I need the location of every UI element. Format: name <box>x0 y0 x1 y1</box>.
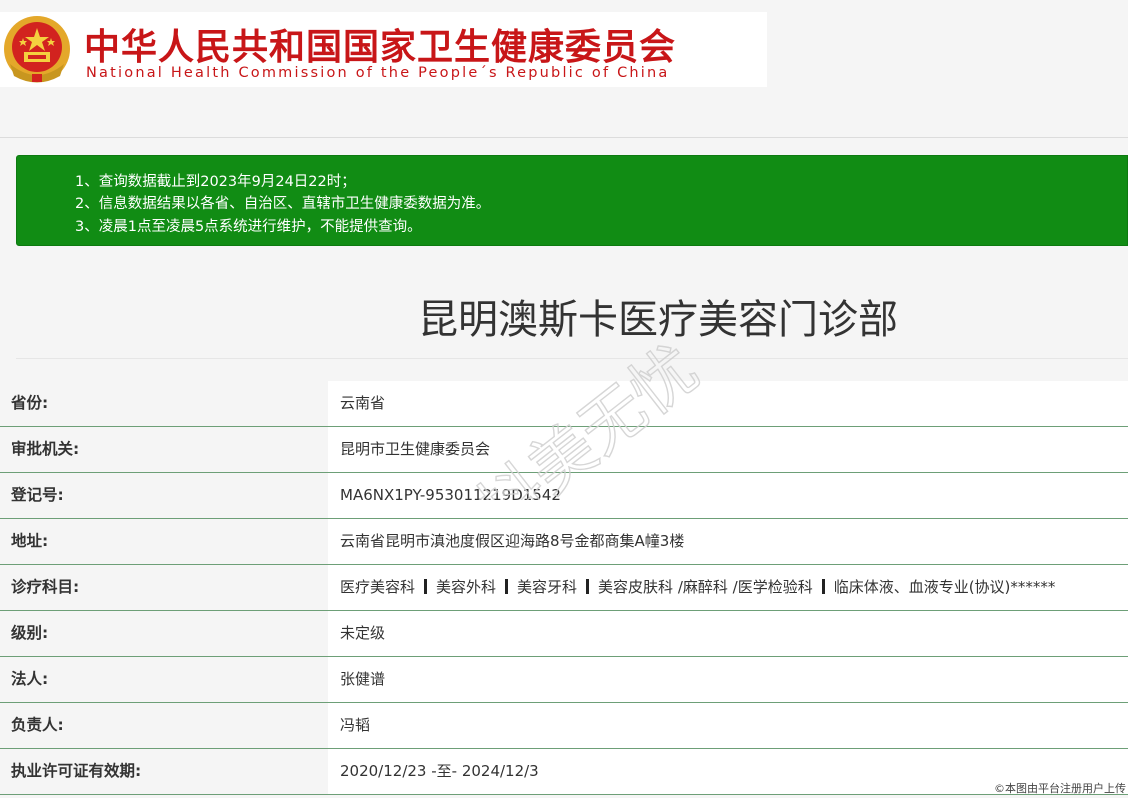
national-emblem-icon <box>4 16 70 83</box>
table-row-person-in-charge: 负责人: 冯韬 <box>0 703 1128 749</box>
row-value: 云南省昆明市滇池度假区迎海路8号金都商集A幢3楼 <box>328 519 1128 564</box>
table-row-province: 省份: 云南省 <box>0 381 1128 427</box>
subject-item: 美容牙科 <box>517 578 578 596</box>
site-title-en: National Health Commission of the People… <box>86 65 670 81</box>
row-label: 地址: <box>0 519 328 564</box>
site-header: 中华人民共和国国家卫生健康委员会 National Health Commiss… <box>0 0 1128 138</box>
table-row-license-validity: 执业许可证有效期: 2020/12/23 -至- 2024/12/3 <box>0 749 1128 795</box>
table-row-approval-authority: 审批机关: 昆明市卫生健康委员会 <box>0 427 1128 473</box>
institution-name: 昆明澳斯卡医疗美容门诊部 <box>418 297 898 343</box>
table-row-level: 级别: 未定级 <box>0 611 1128 657</box>
row-label: 省份: <box>0 381 328 426</box>
separator <box>424 579 428 594</box>
row-value: 云南省 <box>328 381 1128 426</box>
row-value: 未定级 <box>328 611 1128 656</box>
separator <box>505 579 509 594</box>
notice-line: 2、信息数据结果以各省、自治区、直辖市卫生健康委数据为准。 <box>75 196 491 212</box>
row-label: 审批机关: <box>0 427 328 472</box>
header-banner: 中华人民共和国国家卫生健康委员会 National Health Commiss… <box>0 12 767 87</box>
notice-box: 1、查询数据截止到2023年9月24日22时； 2、信息数据结果以各省、自治区、… <box>16 155 1128 246</box>
row-label: 负责人: <box>0 703 328 748</box>
row-label: 诊疗科目: <box>0 565 328 610</box>
notice-line: 3、凌晨1点至凌晨5点系统进行维护，不能提供查询。 <box>75 219 422 235</box>
divider <box>16 358 1128 359</box>
row-value: 昆明市卫生健康委员会 <box>328 427 1128 472</box>
row-label: 登记号: <box>0 473 328 518</box>
row-value: MA6NX1PY-953011219D1542 <box>328 473 1128 518</box>
row-label: 法人: <box>0 657 328 702</box>
notice-line: 1、查询数据截止到2023年9月24日22时； <box>75 174 356 190</box>
subject-item: 美容外科 <box>436 578 497 596</box>
row-label: 级别: <box>0 611 328 656</box>
table-row-address: 地址: 云南省昆明市滇池度假区迎海路8号金都商集A幢3楼 <box>0 519 1128 565</box>
upload-note: ©本图由平台注册用户上传 <box>994 782 1126 795</box>
subject-item: 美容皮肤科 /麻醉科 /医学检验科 <box>598 578 813 596</box>
row-value: 冯韬 <box>328 703 1128 748</box>
subjects-value: 医疗美容科 美容外科 美容牙科 美容皮肤科 /麻醉科 /医学检验科 临床体液、血液专业(… <box>328 565 1128 610</box>
details-table: 省份: 云南省 审批机关: 昆明市卫生健康委员会 登记号: MA6NX1PY-9… <box>0 381 1128 795</box>
row-label: 执业许可证有效期: <box>0 749 328 794</box>
separator <box>821 579 825 594</box>
row-value: 张健谱 <box>328 657 1128 702</box>
site-title-cn: 中华人民共和国国家卫生健康委员会 <box>84 27 677 68</box>
table-row-subjects: 诊疗科目: 医疗美容科 美容外科 美容牙科 美容皮肤科 /麻醉科 /医学检验科 临床体液… <box>0 565 1128 611</box>
separator <box>586 579 590 594</box>
table-row-registration-no: 登记号: MA6NX1PY-953011219D1542 <box>0 473 1128 519</box>
subject-item: 医疗美容科 <box>340 578 416 596</box>
table-row-legal-person: 法人: 张健谱 <box>0 657 1128 703</box>
subject-item: 临床体液、血液专业(协议)****** <box>833 578 1056 596</box>
